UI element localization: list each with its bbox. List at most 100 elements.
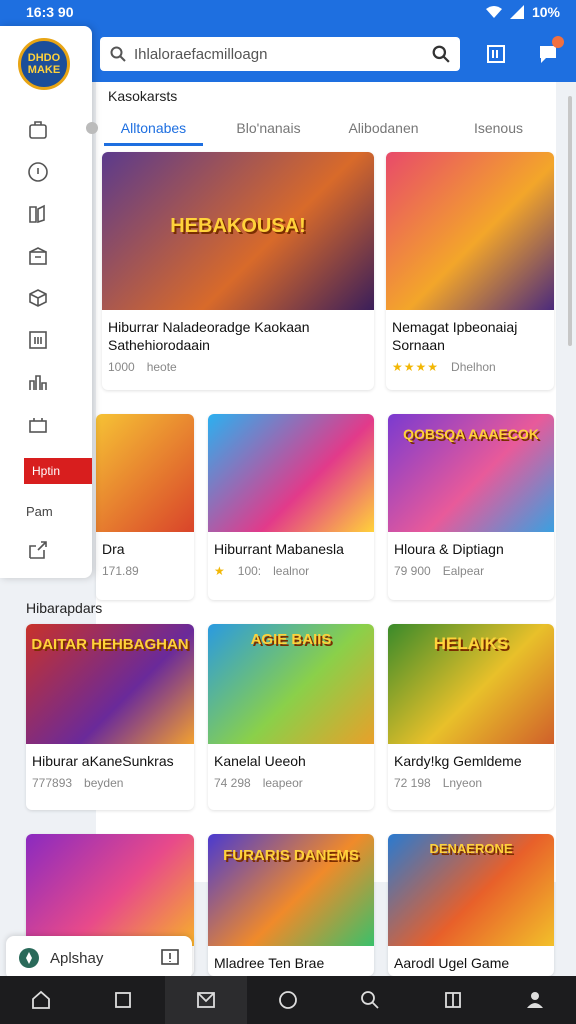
- download-count: 100:: [237, 564, 262, 578]
- status-icons: 10%: [485, 4, 560, 20]
- side-drawer: DHDO MAKE Hptin Pam: [0, 26, 98, 578]
- game-meta: ★★★★ Dhelhon: [386, 354, 554, 380]
- game-thumbnail: QOBSQA AAAECOK: [388, 414, 554, 532]
- game-thumbnail: AGIE BAIIS: [208, 624, 374, 744]
- game-meta: 79 900 Ealpear: [388, 558, 554, 584]
- tab-all[interactable]: Alltonabes: [96, 110, 211, 146]
- nav-profile[interactable]: [494, 976, 576, 1024]
- game-genre: Ealpear: [442, 564, 485, 578]
- game-genre: beyden: [84, 776, 124, 790]
- rating-stars: ★★★★: [392, 360, 440, 374]
- game-banner-text: HEBAKOUSA!: [170, 215, 306, 238]
- square-icon: [115, 992, 132, 1008]
- search-icon: [110, 46, 126, 62]
- list-icon: [29, 331, 47, 349]
- game-thumbnail: HEBAKOUSA!: [102, 152, 374, 310]
- drawer-item-box[interactable]: [24, 242, 52, 270]
- bottom-search-label: Aplshay: [50, 949, 104, 967]
- drawer-item-cube[interactable]: [24, 284, 52, 312]
- search-input[interactable]: Ihlaloraefacmilloagn: [100, 37, 460, 71]
- tab-2[interactable]: Blo'nanais: [211, 110, 326, 146]
- game-meta: 74 298 leapeor: [208, 770, 374, 796]
- search-submit-icon[interactable]: [432, 45, 450, 63]
- nav-home[interactable]: [0, 976, 82, 1024]
- game-thumbnail: DAITAR HEHBAGHAN: [26, 624, 194, 744]
- tab-4[interactable]: Isenous: [441, 110, 556, 146]
- search-placeholder: Ihlaloraefacmilloagn: [134, 45, 268, 63]
- nav-search[interactable]: [329, 976, 411, 1024]
- scrollbar[interactable]: [568, 96, 572, 346]
- drawer-item-info[interactable]: [24, 158, 52, 186]
- game-meta: 777893 beyden: [26, 770, 194, 796]
- game-genre: heote: [146, 360, 177, 374]
- alert-box-icon[interactable]: [160, 948, 180, 968]
- game-thumbnail: [96, 414, 194, 532]
- game-title: Mladree Ten Brae: [214, 955, 325, 971]
- download-count: 777893: [32, 776, 73, 790]
- game-card[interactable]: Dra 171.89: [96, 414, 194, 600]
- game-card[interactable]: DAITAR HEHBAGHAN Hiburar aKaneSunkras 77…: [26, 624, 194, 810]
- game-banner-text: FURARIS DANEMS: [223, 847, 359, 865]
- mail-icon: [196, 992, 215, 1008]
- nav-panels[interactable]: [411, 976, 493, 1024]
- game-banner-text: HELAIKS: [433, 633, 509, 653]
- download-count: 72 198: [394, 776, 431, 790]
- notifications-button[interactable]: [534, 36, 564, 68]
- nav-mail[interactable]: [164, 976, 247, 1024]
- status-time: 16:3 90: [26, 4, 74, 20]
- game-card[interactable]: FURARIS DANEMS Mladree Ten Brae: [208, 834, 374, 976]
- library-button[interactable]: [482, 40, 510, 68]
- recent-section-title: Hibarapdars: [26, 600, 103, 616]
- game-card[interactable]: AGIE BAIIS Kanelal Ueeoh 74 298 leapeor: [208, 624, 374, 810]
- nav-square[interactable]: [82, 976, 164, 1024]
- tab-label: Alltonabes: [120, 120, 187, 136]
- app-logo: DHDO MAKE: [18, 38, 70, 90]
- download-count: 74 298: [214, 776, 251, 790]
- drawer-item-book[interactable]: [24, 200, 52, 228]
- game-card[interactable]: DENAERONE Aarodl Ugel Game: [388, 834, 554, 976]
- game-card[interactable]: QOBSQA AAAECOK Hloura & Diptiagn 79 900 …: [388, 414, 554, 600]
- panels-icon: [444, 992, 461, 1008]
- game-genre: leapeor: [262, 776, 303, 790]
- game-card[interactable]: Hiburrant Mabanesla ★ 100: lealnor: [208, 414, 374, 600]
- drawer-item-shop[interactable]: [24, 410, 52, 438]
- game-thumbnail: DENAERONE: [388, 834, 554, 946]
- game-title: Kanelal Ueeoh: [214, 753, 306, 769]
- drawer-item-stats[interactable]: [24, 368, 52, 396]
- search-icon: [361, 991, 379, 1009]
- drawer-item-export[interactable]: [24, 536, 52, 564]
- game-card[interactable]: HELAIKS Kardy!kg Gemldeme 72 198 Lnyeon: [388, 624, 554, 810]
- library-icon: [487, 45, 505, 63]
- person-icon: [526, 992, 543, 1008]
- drawer-label[interactable]: Pam: [26, 504, 53, 519]
- battery-text: 10%: [531, 4, 560, 20]
- game-thumbnail: [26, 834, 194, 946]
- game-banner-text: QOBSQA AAAECOK: [403, 425, 539, 442]
- book-icon: [29, 204, 45, 224]
- featured-card[interactable]: Nemagat Ipbeonaiaj Sornaan ★★★★ Dhelhon: [386, 152, 554, 390]
- drawer-handle[interactable]: [86, 122, 98, 134]
- box-icon: [29, 247, 47, 265]
- drawer-item-highlighted[interactable]: Hptin: [24, 458, 92, 484]
- game-title: Nemagat Ipbeonaiaj Sornaan: [392, 319, 518, 353]
- wifi-icon: [485, 6, 502, 18]
- info-icon: [28, 162, 48, 182]
- drawer-item-list[interactable]: [24, 326, 52, 354]
- game-title: Kardy!kg Gemldeme: [394, 753, 522, 769]
- game-title: Hiburrant Mabanesla: [214, 541, 344, 557]
- game-title: Dra: [102, 541, 125, 557]
- star-icon: ★: [214, 564, 226, 578]
- drawer-item-store[interactable]: [24, 116, 52, 144]
- game-thumbnail: [208, 414, 374, 532]
- tab-bar: Alltonabes Blo'nanais Alibodanen Isenous: [96, 110, 556, 146]
- featured-card[interactable]: HEBAKOUSA! Hiburrar Naladeoradge Kaokaan…: [102, 152, 374, 390]
- bottom-nav: [0, 976, 576, 1024]
- tab-3[interactable]: Alibodanen: [326, 110, 441, 146]
- download-count: 1000: [108, 360, 135, 374]
- bottom-search-bar[interactable]: Aplshay: [6, 936, 192, 980]
- nav-circle[interactable]: [247, 976, 329, 1024]
- game-thumbnail: [386, 152, 554, 310]
- game-banner-text: AGIE BAIIS: [250, 631, 332, 649]
- game-genre: lealnor: [273, 564, 310, 578]
- game-title: Aarodl Ugel Game: [394, 955, 510, 971]
